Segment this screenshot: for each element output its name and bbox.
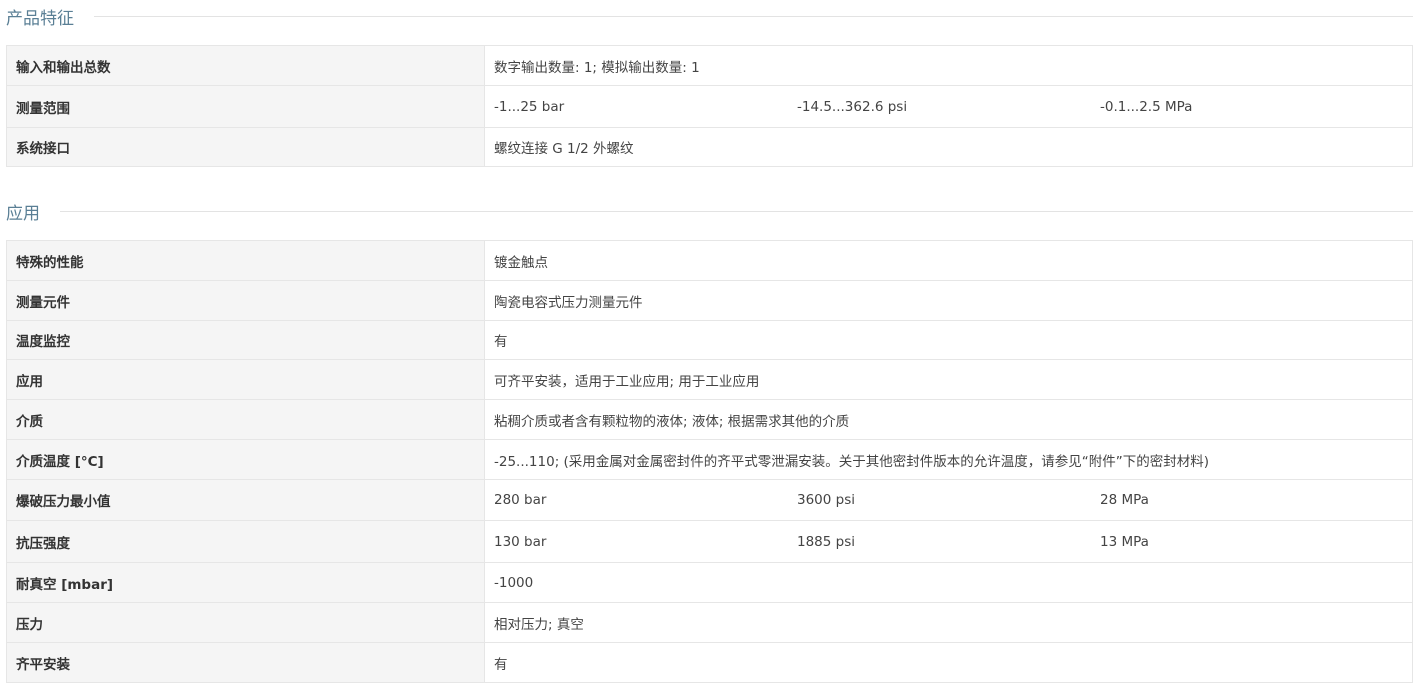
row-value: 有: [484, 642, 1413, 683]
section-divider: [94, 15, 1413, 17]
value-mpa: 13 MPa: [1100, 533, 1149, 550]
table-row: 测量范围 -1...25 bar -14.5...362.6 psi -0.1.…: [6, 85, 1413, 128]
table-row: 应用 可齐平安装，适用于工业应用; 用于工业应用: [6, 359, 1413, 400]
value-bar: 280 bar: [494, 492, 547, 508]
row-label: 介质: [6, 399, 485, 440]
row-value: 镀金触点: [484, 240, 1413, 281]
row-label: 应用: [6, 359, 485, 400]
table-row: 输入和输出总数 数字输出数量: 1; 模拟输出数量: 1: [6, 45, 1413, 86]
value-bar: -1...25 bar: [494, 98, 565, 115]
section-title: 产品特征: [6, 8, 74, 29]
value-psi: 3600 psi: [797, 492, 856, 508]
table-row: 温度监控 有: [6, 320, 1413, 360]
table-row: 齐平安装 有: [6, 642, 1413, 683]
row-label: 测量元件: [6, 280, 485, 321]
features-table: 输入和输出总数 数字输出数量: 1; 模拟输出数量: 1 测量范围 -1...2…: [6, 45, 1413, 167]
row-value: 陶瓷电容式压力测量元件: [484, 280, 1413, 321]
row-label: 特殊的性能: [6, 240, 485, 281]
table-row: 介质温度 [°C] -25...110; (采用金属对金属密封件的齐平式零泄漏安…: [6, 439, 1413, 480]
table-row: 爆破压力最小值 280 bar 3600 psi 28 MPa: [6, 479, 1413, 521]
row-value: -25...110; (采用金属对金属密封件的齐平式零泄漏安装。关于其他密封件版…: [484, 439, 1413, 480]
table-row: 介质 粘稠介质或者含有颗粒物的液体; 液体; 根据需求其他的介质: [6, 399, 1413, 440]
table-row: 耐真空 [mbar] -1000: [6, 562, 1413, 603]
value-psi: -14.5...362.6 psi: [797, 98, 908, 115]
table-row: 压力 相对压力; 真空: [6, 602, 1413, 643]
spec-page: 产品特征 输入和输出总数 数字输出数量: 1; 模拟输出数量: 1 测量范围 -…: [0, 0, 1421, 687]
row-label: 介质温度 [°C]: [6, 439, 485, 480]
table-row: 测量元件 陶瓷电容式压力测量元件: [6, 280, 1413, 321]
section-heading-features: 产品特征: [6, 4, 1413, 29]
row-label: 爆破压力最小值: [6, 479, 485, 521]
value-mpa: -0.1...2.5 MPa: [1100, 98, 1193, 115]
row-label: 输入和输出总数: [6, 45, 485, 86]
row-label: 齐平安装: [6, 642, 485, 683]
application-table: 特殊的性能 镀金触点 测量元件 陶瓷电容式压力测量元件 温度监控 有 应用 可齐…: [6, 240, 1413, 683]
row-value: 相对压力; 真空: [484, 602, 1413, 643]
row-value: 280 bar 3600 psi 28 MPa: [484, 479, 1413, 521]
row-label: 系统接口: [6, 127, 485, 167]
table-row: 特殊的性能 镀金触点: [6, 240, 1413, 281]
row-value: 数字输出数量: 1; 模拟输出数量: 1: [484, 45, 1413, 86]
value-bar: 130 bar: [494, 533, 547, 550]
row-value: 螺纹连接 G 1/2 外螺纹: [484, 127, 1413, 167]
section-title: 应用: [6, 203, 40, 224]
table-row: 抗压强度 130 bar 1885 psi 13 MPa: [6, 520, 1413, 563]
row-value: 130 bar 1885 psi 13 MPa: [484, 520, 1413, 563]
row-value: -1...25 bar -14.5...362.6 psi -0.1...2.5…: [484, 85, 1413, 128]
row-label: 温度监控: [6, 320, 485, 360]
row-label: 测量范围: [6, 85, 485, 128]
table-row: 系统接口 螺纹连接 G 1/2 外螺纹: [6, 127, 1413, 167]
row-value: -1000: [484, 562, 1413, 603]
row-value: 有: [484, 320, 1413, 360]
row-value: 粘稠介质或者含有颗粒物的液体; 液体; 根据需求其他的介质: [484, 399, 1413, 440]
value-mpa: 28 MPa: [1100, 492, 1149, 508]
section-divider: [60, 210, 1413, 212]
value-psi: 1885 psi: [797, 533, 856, 550]
row-label: 耐真空 [mbar]: [6, 562, 485, 603]
section-heading-application: 应用: [6, 199, 1413, 224]
row-label: 抗压强度: [6, 520, 485, 563]
row-label: 压力: [6, 602, 485, 643]
row-value: 可齐平安装，适用于工业应用; 用于工业应用: [484, 359, 1413, 400]
